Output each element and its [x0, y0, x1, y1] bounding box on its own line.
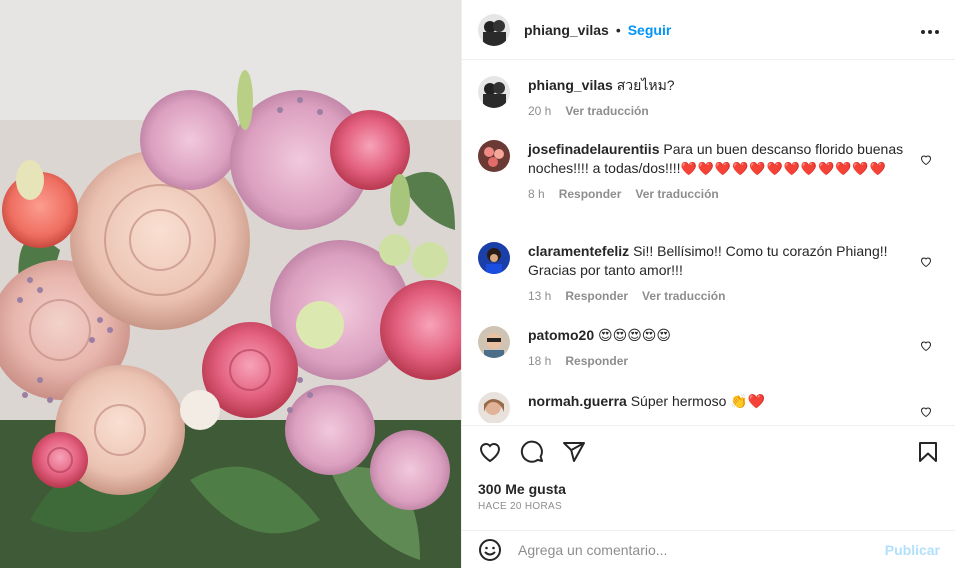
translate-button[interactable]: Ver traducción	[635, 185, 718, 204]
avatar[interactable]	[478, 392, 510, 423]
avatar[interactable]	[478, 326, 510, 358]
comment-username[interactable]: josefinadelaurentiis	[528, 141, 659, 157]
post-timestamp: HACE 20 HORAS	[478, 501, 562, 512]
caption-username[interactable]: phiang_vilas	[528, 77, 613, 93]
add-comment-bar: Publicar	[462, 530, 955, 568]
comment-time[interactable]: 8 h	[528, 185, 545, 204]
follow-button[interactable]: Seguir	[628, 22, 672, 38]
comment-username[interactable]: claramentefeliz	[528, 243, 629, 259]
comment-item: josefinadelaurentiis Para un buen descan…	[478, 140, 940, 204]
comment-item: patomo20 😍😍😍😍😍 18 h Responder	[478, 326, 940, 371]
post-modal: phiang_vilas • Seguir phiang_vilas สวยไห…	[0, 0, 955, 568]
avatar[interactable]	[478, 76, 510, 108]
reply-button[interactable]: Responder	[559, 185, 622, 204]
comment-time[interactable]: 18 h	[528, 352, 551, 371]
caption-text: สวยไหม?	[616, 77, 675, 93]
comment-item: normah.guerra Súper hermoso 👏❤️	[478, 392, 940, 423]
comments-list[interactable]: phiang_vilas สวยไหม? 20 h Ver traducción…	[462, 61, 955, 423]
comment-text: Súper hermoso 👏❤️	[630, 393, 766, 409]
separator-dot: •	[615, 21, 621, 38]
emoji-icon[interactable]	[478, 538, 502, 562]
post-image[interactable]	[0, 0, 461, 568]
avatar[interactable]	[478, 140, 510, 172]
comment-input[interactable]	[518, 541, 885, 558]
post-actions-bar	[462, 425, 955, 477]
comment-time[interactable]: 13 h	[528, 287, 551, 306]
flower-bouquet-image	[0, 0, 461, 568]
reply-button[interactable]: Responder	[565, 352, 628, 371]
comment-username[interactable]: patomo20	[528, 327, 594, 343]
likes-count[interactable]: 300 Me gusta	[478, 481, 566, 497]
heart-icon[interactable]	[478, 440, 502, 464]
avatar[interactable]	[478, 13, 510, 46]
comment-text: 😍😍😍😍😍	[598, 327, 671, 343]
translate-button[interactable]: Ver traducción	[565, 102, 648, 121]
publish-button[interactable]: Publicar	[885, 542, 940, 558]
like-comment-heart-icon[interactable]	[920, 154, 932, 166]
like-comment-heart-icon[interactable]	[920, 256, 932, 268]
like-comment-heart-icon[interactable]	[920, 406, 932, 418]
like-comment-heart-icon[interactable]	[920, 340, 932, 352]
comment-username[interactable]: normah.guerra	[528, 393, 627, 409]
post-author-username[interactable]: phiang_vilas	[524, 22, 609, 38]
post-caption: phiang_vilas สวยไหม? 20 h Ver traducción	[478, 76, 940, 121]
post-side-panel: phiang_vilas • Seguir phiang_vilas สวยไห…	[461, 0, 955, 568]
avatar[interactable]	[478, 242, 510, 274]
more-options-icon[interactable]	[921, 19, 939, 40]
share-icon[interactable]	[562, 440, 586, 464]
comment-icon[interactable]	[520, 440, 544, 464]
reply-button[interactable]: Responder	[565, 287, 628, 306]
post-header: phiang_vilas • Seguir	[462, 0, 955, 60]
comment-item: claramentefeliz Si!! Bellísimo!! Como tu…	[478, 242, 940, 306]
bookmark-icon[interactable]	[916, 440, 940, 464]
heart-emojis: ❤️❤️❤️❤️❤️❤️❤️❤️❤️❤️❤️❤️	[680, 161, 887, 176]
translate-button[interactable]: Ver traducción	[642, 287, 725, 306]
caption-time[interactable]: 20 h	[528, 102, 551, 121]
